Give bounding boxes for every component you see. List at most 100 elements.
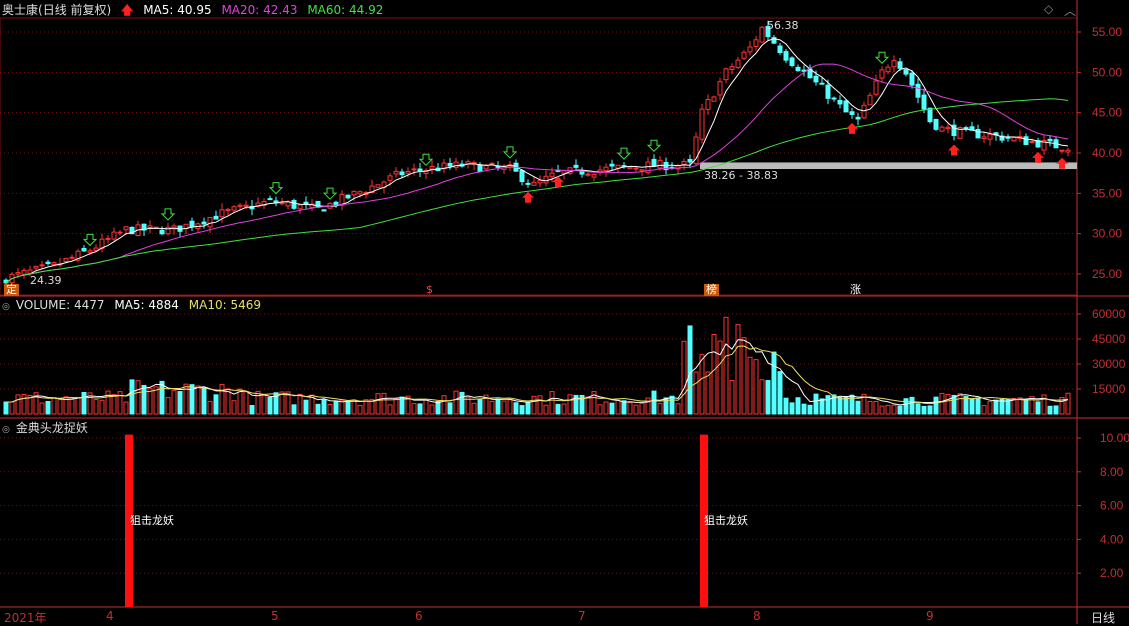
- candle-body: [225, 208, 231, 211]
- volume-bar: [963, 396, 969, 415]
- volume-bar: [975, 397, 981, 415]
- volume-bar: [801, 403, 807, 415]
- candle-body: [1011, 136, 1017, 142]
- volume-bar: [981, 405, 987, 415]
- volume-bar: [657, 402, 663, 415]
- volume-bar: [855, 400, 861, 415]
- volume-bar: [819, 398, 825, 415]
- volume-bar: [777, 371, 783, 415]
- candle-body: [417, 168, 423, 172]
- candle-body: [1065, 149, 1071, 153]
- volume-bar: [429, 404, 435, 415]
- candle-body: [477, 164, 483, 172]
- volume-bar: [807, 404, 813, 415]
- volume-bar: [201, 387, 207, 415]
- candle-body: [927, 107, 933, 123]
- period-button[interactable]: 日线: [1091, 609, 1115, 626]
- volume-bar: [171, 390, 177, 415]
- ma20-legend: MA20: 42.43: [221, 3, 298, 17]
- candle-body: [15, 272, 21, 275]
- volume-bar: [381, 392, 387, 415]
- volume-bar: [627, 402, 633, 415]
- indicator-title[interactable]: 金典头龙捉妖: [16, 421, 88, 435]
- main-panel-frame: [0, 17, 1078, 296]
- volume-bar: [39, 402, 45, 415]
- volume-bar: [81, 391, 87, 415]
- panel-settings-icon[interactable]: ◎: [2, 425, 10, 435]
- volume-bar: [315, 403, 321, 415]
- red-up-arrow-icon: [948, 144, 960, 156]
- candle-body: [159, 229, 165, 235]
- volume-bar: [1023, 399, 1029, 415]
- x-label-month: 4: [106, 609, 114, 623]
- indicator-tick-label: 2.00: [1100, 566, 1124, 580]
- candle-body: [519, 169, 525, 183]
- candle-body: [555, 169, 561, 172]
- candle-body: [687, 158, 693, 163]
- candle-body: [735, 59, 741, 68]
- volume-bar: [891, 404, 897, 415]
- volume-bar: [693, 371, 699, 415]
- volume-bar: [789, 402, 795, 415]
- candle-body: [855, 116, 861, 120]
- candle-body: [717, 81, 723, 96]
- candle-body: [21, 269, 27, 275]
- stock-name[interactable]: 奥士康: [2, 3, 38, 17]
- price-tick-label: 40.00: [1092, 146, 1122, 160]
- volume-bar: [267, 396, 273, 415]
- volume-bar: [783, 397, 789, 415]
- indicator-tick-label: 8.00: [1100, 465, 1124, 479]
- volume-bar: [453, 390, 459, 415]
- volume-bar: [681, 340, 687, 415]
- event-tag-dollar[interactable]: $: [424, 284, 435, 296]
- candle-body: [591, 173, 597, 178]
- candle-body: [813, 75, 819, 83]
- volume-bar: [753, 359, 759, 415]
- panel-settings-icon[interactable]: ◎: [2, 302, 10, 312]
- range-price-label: 38.26 - 38.83: [704, 169, 778, 182]
- volume-bar: [441, 395, 447, 415]
- volume-bar: [987, 401, 993, 415]
- volume-bar: [231, 400, 237, 415]
- volume-bar: [771, 351, 777, 415]
- candle-body: [633, 167, 639, 170]
- candle-body: [543, 175, 549, 184]
- volume-panel-header: ◎ VOLUME: 4477 MA5: 4884 MA10: 5469: [2, 297, 267, 315]
- candle-body: [777, 45, 783, 53]
- volume-bar: [249, 404, 255, 415]
- volume-bar: [351, 399, 357, 415]
- event-tag-zhang[interactable]: 涨: [848, 284, 863, 296]
- collapse-chevron-icon[interactable]: ︿: [1064, 2, 1076, 19]
- candle-body: [747, 46, 753, 53]
- volume-bar: [747, 356, 753, 415]
- candle-body: [81, 247, 87, 252]
- candle-body: [549, 172, 555, 178]
- event-tag-bang[interactable]: 榜: [704, 284, 719, 296]
- candle-body: [51, 262, 57, 266]
- volume-bar: [609, 402, 615, 415]
- volume-bar: [705, 371, 711, 415]
- volume-bar: [123, 401, 129, 415]
- volume-bar: [639, 402, 645, 415]
- volume-bar: [735, 324, 741, 415]
- candle-body: [495, 165, 501, 168]
- candle-body: [213, 215, 219, 220]
- volume-bar: [615, 399, 621, 415]
- candle-body: [573, 164, 579, 168]
- volume-ma5-legend: MA5: 4884: [114, 298, 179, 312]
- x-label-month: 6: [415, 609, 423, 623]
- candle-body: [975, 129, 981, 139]
- price-tick-label: 55.00: [1092, 25, 1122, 39]
- volume-bar: [279, 391, 285, 415]
- candle-body: [831, 97, 837, 100]
- diamond-icon[interactable]: ◇: [1044, 2, 1053, 16]
- volume-bar: [939, 392, 945, 415]
- candle-body: [189, 220, 195, 228]
- candle-body: [357, 191, 363, 195]
- candle-body: [729, 66, 735, 71]
- event-tag-ding[interactable]: 定: [4, 284, 19, 296]
- volume-bar: [243, 391, 249, 415]
- candle-body: [819, 82, 825, 85]
- volume-bar: [993, 399, 999, 415]
- candle-body: [33, 265, 39, 269]
